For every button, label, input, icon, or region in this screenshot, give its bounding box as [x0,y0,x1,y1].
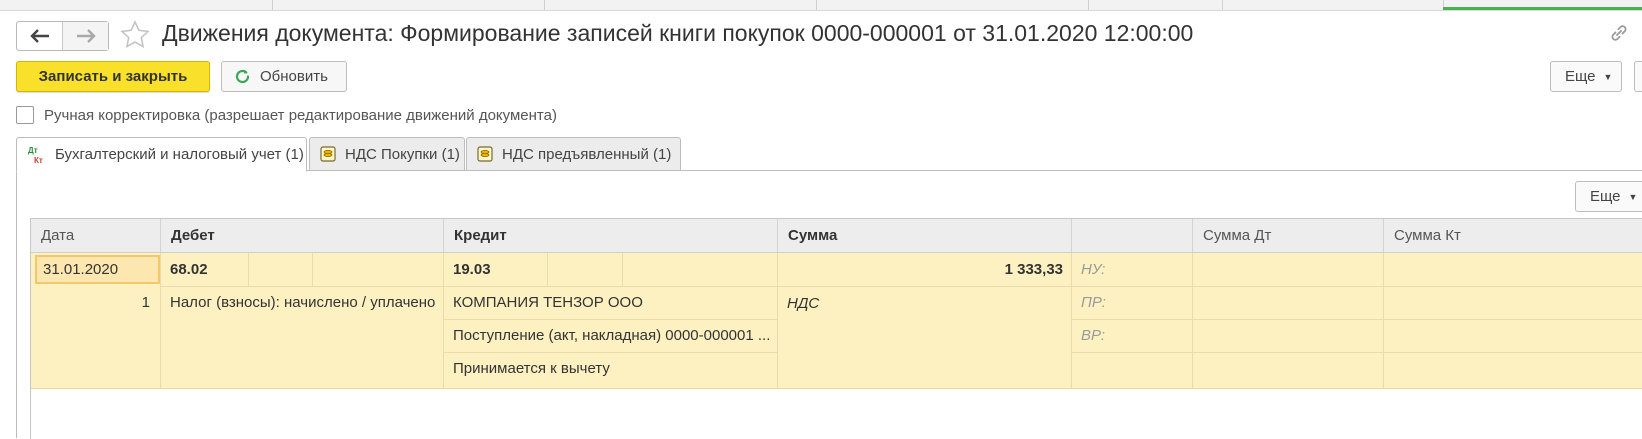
col-separator [160,253,161,388]
caret-down-icon: ▼ [1603,71,1613,82]
manual-edit-checkbox[interactable] [16,106,34,124]
col-separator [1071,253,1072,388]
more-menu-button[interactable]: Еще ▼ [1550,61,1622,92]
debit-subconto[interactable]: Налог (взносы): начислено / уплачено [170,286,440,319]
page-title: Движения документа: Формирование записей… [162,20,1194,46]
col-separator [622,253,623,286]
help-button[interactable] [1634,61,1642,92]
column-header-debit[interactable]: Дебет [161,219,444,252]
table-row[interactable]: 1 68.02 Налог (взносы): начислено / упла… [31,253,1642,389]
tab-vat-presented[interactable]: НДС предъявленный (1) [466,137,681,171]
manual-edit-label: Ручная корректировка (разрешает редактир… [44,106,557,124]
row-separator [1072,352,1642,353]
movements-table[interactable]: Дата Дебет Кредит Сумма Сумма Дт Сумма К… [30,218,1642,439]
content-value[interactable]: НДС [787,286,1063,320]
amount-value[interactable]: 1 333,33 [787,253,1063,286]
svg-text:Дт: Дт [28,146,38,155]
register-icon [320,146,336,162]
link-icon[interactable] [1608,22,1630,44]
col-separator [1383,253,1384,388]
more-label: Еще [1565,68,1596,85]
refresh-button[interactable]: Обновить [221,61,347,92]
register-icon [477,146,493,162]
credit-account[interactable]: 19.03 [453,253,543,286]
arrow-left-icon [29,29,49,43]
column-header-amount-kt[interactable]: Сумма Кт [1384,219,1642,252]
tab-label: НДС предъявленный (1) [502,145,672,163]
pr-label: ПР: [1081,294,1106,311]
nav-buttons [16,21,109,51]
refresh-label: Обновить [260,68,328,85]
column-header-account-type[interactable] [1072,219,1193,252]
col-separator [1192,253,1193,388]
tab-content-border [16,170,17,438]
col-separator [443,253,444,388]
back-button[interactable] [17,22,62,50]
vr-label: ВР: [1081,327,1106,344]
debit-account[interactable]: 68.02 [170,253,250,286]
date-cell[interactable]: 31.01.2020 [35,255,160,284]
tab-vat-purchases[interactable]: НДС Покупки (1) [309,137,465,171]
col-separator [547,253,548,286]
nu-label: НУ: [1081,261,1106,278]
credit-subconto-3[interactable]: Принимается к вычету [453,352,773,385]
refresh-icon [235,69,250,84]
tab-label: Бухгалтерский и налоговый учет (1) [55,146,304,163]
column-header-amount[interactable]: Сумма [778,219,1072,252]
column-header-date[interactable]: Дата [31,219,161,252]
manual-edit-row[interactable]: Ручная корректировка (разрешает редактир… [16,106,557,124]
forward-button[interactable] [62,22,108,50]
tab-label: НДС Покупки (1) [345,145,460,163]
col-separator [777,253,778,388]
credit-subconto-2[interactable]: Поступление (акт, накладная) 0000-000001… [453,319,773,352]
more-label: Еще [1590,188,1621,205]
active-window-indicator [1443,7,1642,10]
col-separator [312,253,313,286]
tab-accounting[interactable]: Дт Кт Бухгалтерский и налоговый учет (1) [16,137,307,172]
favorite-star-icon[interactable] [120,20,150,50]
row-number: 1 [141,294,150,311]
column-header-amount-dt[interactable]: Сумма Дт [1193,219,1384,252]
arrow-right-icon [76,29,96,43]
table-header: Дата Дебет Кредит Сумма Сумма Дт Сумма К… [31,219,1642,253]
window-tab-strip [0,0,1642,11]
dt-kt-icon: Дт Кт [28,146,43,165]
svg-text:Кт: Кт [34,156,43,165]
caret-down-icon: ▼ [1628,191,1638,202]
credit-subconto-1[interactable]: КОМПАНИЯ ТЕНЗОР ООО [453,286,773,319]
save-and-close-button[interactable]: Записать и закрыть [16,61,210,92]
column-header-credit[interactable]: Кредит [444,219,778,252]
table-more-button[interactable]: Еще ▼ [1575,181,1642,212]
